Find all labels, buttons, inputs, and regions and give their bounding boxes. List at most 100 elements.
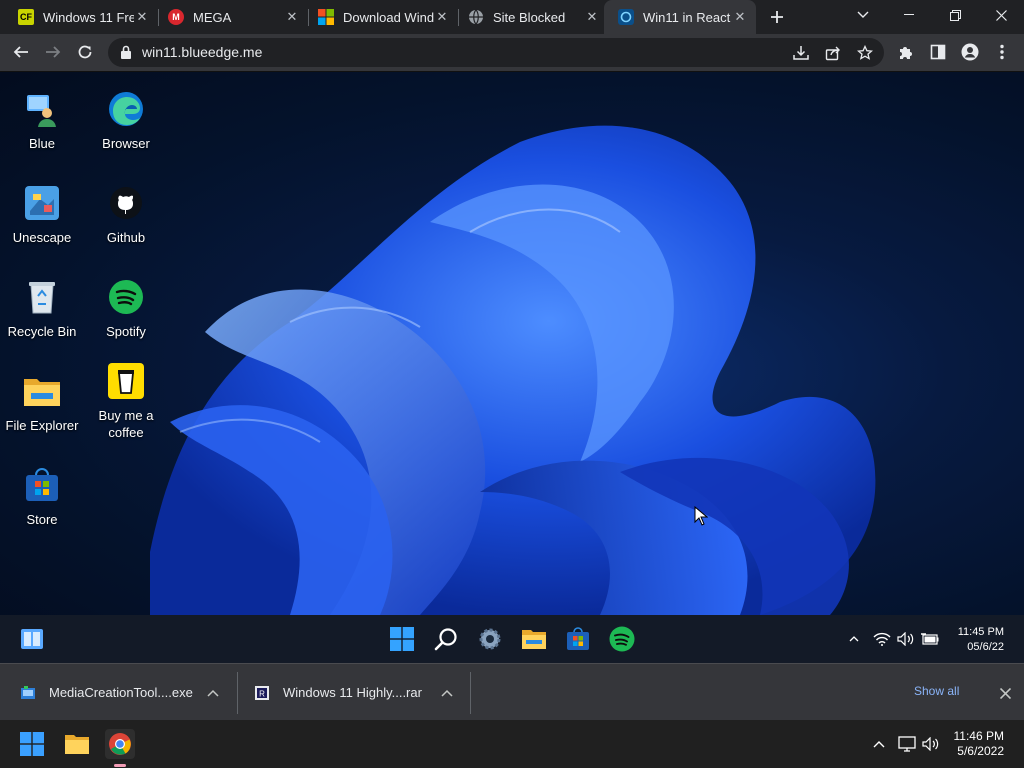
close-shelf-button[interactable] <box>996 684 1014 702</box>
star-icon <box>857 44 873 60</box>
host-chrome-button[interactable] <box>105 729 135 759</box>
widgets-button[interactable] <box>18 625 46 653</box>
svg-text:R: R <box>259 689 265 698</box>
close-tab-icon[interactable]: ✕ <box>434 9 450 25</box>
desktop-icon-browser[interactable]: Browser <box>85 90 167 152</box>
desktop-icon-label: Spotify <box>106 324 146 339</box>
inner-show-hidden-icons-button[interactable] <box>840 625 868 653</box>
address-bar[interactable]: win11.blueedge.me <box>108 38 884 67</box>
host-file-explorer-button[interactable] <box>62 729 92 759</box>
chevron-up-icon <box>849 636 859 642</box>
host-show-hidden-icons-button[interactable] <box>864 729 894 759</box>
edge-icon <box>107 90 145 128</box>
desktop-icon-store[interactable]: Store <box>1 466 83 528</box>
back-button[interactable] <box>6 37 36 67</box>
download-item[interactable]: R Windows 11 Highly....rar <box>254 664 470 721</box>
restore-button[interactable] <box>932 0 978 30</box>
inner-store-button[interactable] <box>564 625 592 653</box>
close-icon <box>995 9 1007 21</box>
recycle-bin-icon <box>23 278 61 316</box>
download-options-button[interactable] <box>441 686 453 700</box>
tab-site-blocked[interactable]: Site Blocked ✕ <box>450 0 608 34</box>
inner-settings-button[interactable] <box>476 625 504 653</box>
tab-win11-in-react[interactable]: Win11 in React ✕ <box>604 0 756 34</box>
folder-icon <box>23 372 61 410</box>
menu-button[interactable] <box>987 37 1017 67</box>
wallpaper-bloom <box>150 125 876 615</box>
download-item[interactable]: MediaCreationTool....exe <box>20 664 236 721</box>
inner-battery-button[interactable] <box>916 625 944 653</box>
bookmark-button[interactable] <box>850 38 880 67</box>
host-clock[interactable]: 11:46 PM 5/6/2022 <box>944 729 1004 759</box>
inner-start-button[interactable] <box>388 625 416 653</box>
desktop-icon-unescape[interactable]: Unescape <box>1 184 83 246</box>
desktop-icon-label: Buy me a coffee <box>98 408 154 440</box>
plus-icon <box>771 11 783 23</box>
download-shelf: MediaCreationTool....exe R Windows 11 Hi… <box>0 663 1024 721</box>
tab-mega[interactable]: M MEGA ✕ <box>150 0 308 34</box>
inner-taskbar: 11:45 PM 05/6/22 <box>0 615 1024 663</box>
inner-spotify-button[interactable] <box>608 625 636 653</box>
coffee-icon <box>107 362 145 400</box>
share-icon <box>825 46 840 60</box>
chrome-running-indicator <box>114 764 126 767</box>
share-button[interactable] <box>818 38 848 67</box>
tab-search-button[interactable] <box>840 0 886 30</box>
inner-clock[interactable]: 11:45 PM 05/6/22 <box>944 625 1004 655</box>
forward-button[interactable] <box>38 37 68 67</box>
battery-charging-icon <box>921 633 939 645</box>
tab-title: Site Blocked <box>493 9 566 25</box>
close-tab-icon[interactable]: ✕ <box>584 9 600 25</box>
windows-logo-icon <box>390 627 414 651</box>
tab-windows11-free[interactable]: CF Windows 11 Free ✕ <box>0 0 158 34</box>
inner-search-button[interactable] <box>432 625 460 653</box>
chevron-up-icon <box>207 689 219 697</box>
close-window-button[interactable] <box>978 0 1024 30</box>
close-tab-icon[interactable]: ✕ <box>284 9 300 25</box>
url-text[interactable]: win11.blueedge.me <box>142 44 262 60</box>
desktop-icon-label: Recycle Bin <box>7 324 77 339</box>
host-date: 5/6/2022 <box>957 744 1004 758</box>
download-options-button[interactable] <box>207 686 219 700</box>
host-volume-button[interactable] <box>916 729 946 759</box>
host-taskbar: 11:46 PM 5/6/2022 <box>0 720 1024 768</box>
install-icon <box>793 45 809 60</box>
folder-icon <box>65 735 89 754</box>
reload-button[interactable] <box>70 37 100 67</box>
profile-button[interactable] <box>955 37 985 67</box>
chevron-up-icon <box>441 689 453 697</box>
installer-file-icon <box>21 685 35 699</box>
store-icon <box>567 627 589 650</box>
close-tab-icon[interactable]: ✕ <box>134 9 150 25</box>
desktop-icon-github[interactable]: Github <box>85 184 167 246</box>
desktop-icon-blue[interactable]: Blue <box>1 90 83 152</box>
host-start-button[interactable] <box>17 729 47 759</box>
tab-download-windows[interactable]: Download Windows ✕ <box>300 0 458 34</box>
install-app-button[interactable] <box>786 38 816 67</box>
lock-icon[interactable] <box>120 45 132 59</box>
minimize-button[interactable] <box>886 0 932 30</box>
user-icon <box>23 90 61 128</box>
desktop-icon-label: Github <box>106 230 146 245</box>
chevron-down-icon <box>857 11 869 18</box>
store-icon <box>23 466 61 504</box>
new-tab-button[interactable] <box>762 2 792 32</box>
desktop-icon-recycle-bin[interactable]: Recycle Bin <box>1 278 83 340</box>
desktop-icon-spotify[interactable]: Spotify <box>85 278 167 340</box>
restore-icon <box>949 9 961 21</box>
win11-desktop[interactable]: Blue Browser Unescape Github Recycle Bin… <box>0 72 1024 615</box>
side-panel-button[interactable] <box>923 37 953 67</box>
close-tab-icon[interactable]: ✕ <box>732 9 748 25</box>
github-icon <box>107 184 145 222</box>
reload-icon <box>78 45 92 59</box>
show-all-downloads-button[interactable]: Show all <box>914 684 959 698</box>
host-time: 11:46 PM <box>953 729 1004 743</box>
archive-file-icon: R <box>255 685 269 700</box>
desktop-icon-buy-me-a-coffee[interactable]: Buy me a coffee <box>85 362 167 441</box>
cf-favicon-icon: CF <box>18 9 34 25</box>
globe-favicon-icon <box>468 9 484 25</box>
desktop-icon-label: Store <box>26 512 58 527</box>
extensions-button[interactable] <box>891 37 921 67</box>
desktop-icon-file-explorer[interactable]: File Explorer <box>1 372 83 434</box>
inner-file-explorer-button[interactable] <box>520 625 548 653</box>
